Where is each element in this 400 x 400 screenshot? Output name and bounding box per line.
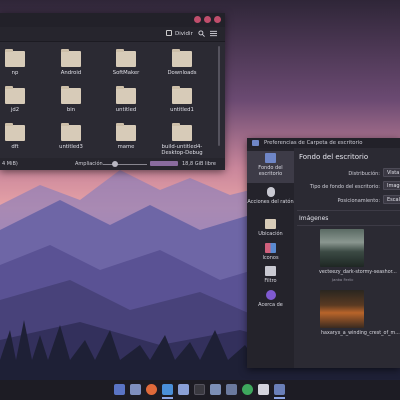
file-item[interactable]: untitled — [106, 86, 146, 113]
menu-icon[interactable] — [210, 30, 217, 38]
divider — [297, 225, 400, 226]
split-button[interactable]: Dividir — [166, 30, 193, 38]
sidebar-item-icons[interactable]: Iconos — [247, 241, 294, 265]
pager-icon[interactable] — [130, 384, 141, 395]
terminal-icon[interactable] — [194, 384, 205, 395]
folder-icon — [172, 86, 192, 104]
active-indicator — [274, 397, 285, 399]
folder-icon — [172, 49, 192, 67]
file-item[interactable]: Android — [51, 49, 91, 76]
folder-icon — [5, 123, 25, 141]
folder-icon — [61, 86, 81, 104]
dolphin-icon[interactable] — [162, 384, 173, 395]
sidebar-item-location[interactable]: Ubicación — [247, 217, 294, 241]
preferences-sidebar: Fondo del escritorio Acciones del ratón … — [247, 148, 294, 368]
file-item[interactable]: np — [0, 49, 35, 76]
file-item[interactable]: dft — [0, 123, 35, 150]
wallpaper-type-label: Tipo de fondo del escritorio: — [309, 184, 380, 190]
zoom-slider[interactable] — [103, 164, 147, 165]
settings-icon[interactable] — [226, 384, 237, 395]
image-viewer-icon[interactable] — [210, 384, 221, 395]
folder-icon — [172, 123, 192, 141]
minimize-button[interactable] — [194, 16, 201, 23]
file-item[interactable]: SoftMaker — [106, 49, 146, 76]
folder-icon — [116, 86, 136, 104]
taskbar — [0, 380, 400, 400]
split-view-icon — [166, 30, 172, 36]
file-item[interactable]: mame — [106, 123, 146, 150]
free-space-text: 18,8 GiB libre — [182, 161, 216, 167]
wallpaper-type-select[interactable]: Imagen — [383, 181, 400, 190]
zoom-slider-handle[interactable] — [112, 161, 118, 167]
spotify-icon[interactable] — [242, 384, 253, 395]
wallpaper-thumbnail[interactable] — [320, 229, 364, 267]
pen-tool-icon[interactable] — [258, 384, 269, 395]
file-manager-titlebar[interactable] — [0, 13, 225, 27]
folder-icon — [5, 49, 25, 67]
wallpaper-icon — [265, 153, 276, 163]
section-heading: Fondo del escritorio — [299, 153, 369, 161]
folder-icon — [265, 219, 276, 229]
sidebar-item-filter[interactable]: Filtro — [247, 264, 294, 288]
folder-icon — [116, 123, 136, 141]
preferences-titlebar[interactable]: Preferencias de Carpeta de escritorio — [247, 138, 400, 148]
screenshot-icon[interactable] — [274, 384, 285, 395]
firefox-icon[interactable] — [146, 384, 157, 395]
folder-icon — [116, 49, 136, 67]
free-space-bar — [150, 161, 178, 166]
folder-icon — [5, 86, 25, 104]
filter-icon — [265, 266, 276, 276]
status-bar: 4 MiB) Ampliación 18,8 GiB libre — [0, 158, 225, 170]
file-item[interactable]: build-untitled4-Desktop-Debug — [160, 123, 204, 156]
preferences-content: Fondo del escritorio Distribución: Vista… — [297, 148, 400, 368]
scrollbar[interactable] — [218, 46, 220, 146]
distribution-label: Distribución: — [348, 171, 380, 177]
divider — [297, 210, 400, 211]
file-manager-window: Dividir np Android SoftMaker Downloads j… — [0, 13, 225, 170]
distribution-select[interactable]: Vista de — [383, 168, 400, 177]
window-title: Preferencias de Carpeta de escritorio — [264, 140, 363, 146]
app-icon — [252, 140, 259, 146]
maximize-button[interactable] — [204, 16, 211, 23]
package-icon[interactable] — [178, 384, 189, 395]
file-item[interactable]: Downloads — [162, 49, 202, 76]
sidebar-item-wallpaper[interactable]: Fondo del escritorio — [247, 151, 294, 183]
image-author: Janko Ferlic — [332, 277, 354, 282]
search-icon[interactable] — [198, 30, 205, 38]
wallpaper-thumbnail[interactable] — [320, 290, 364, 328]
sidebar-item-about[interactable]: Acerca de — [247, 288, 294, 312]
image-title: haxaryx_a_winding_crest_of_m... — [321, 331, 400, 336]
info-icon — [265, 290, 276, 300]
positioning-select[interactable]: Escalado — [383, 195, 400, 204]
file-manager-toolbar: Dividir — [0, 27, 225, 42]
icons-icon — [265, 243, 276, 253]
positioning-label: Posicionamiento: — [337, 198, 380, 204]
images-heading: Imágenes — [299, 215, 329, 222]
selection-size: 4 MiB) — [2, 161, 18, 167]
close-button[interactable] — [214, 16, 221, 23]
zoom-label: Ampliación — [75, 161, 103, 167]
image-title: vecteezy_dark-stormy-seashor... — [319, 270, 397, 275]
file-item[interactable]: jd2 — [0, 86, 35, 113]
file-item[interactable]: bin — [51, 86, 91, 113]
file-item[interactable]: untitled3 — [51, 123, 91, 150]
active-indicator — [162, 397, 173, 399]
folder-icon — [61, 123, 81, 141]
file-grid: np Android SoftMaker Downloads jd2 bin u… — [0, 41, 217, 159]
desktop-preferences-window: Preferencias de Carpeta de escritorio Fo… — [247, 138, 400, 368]
folder-icon — [61, 49, 81, 67]
file-item[interactable]: untitled1 — [162, 86, 202, 113]
app-launcher-icon[interactable] — [114, 384, 125, 395]
